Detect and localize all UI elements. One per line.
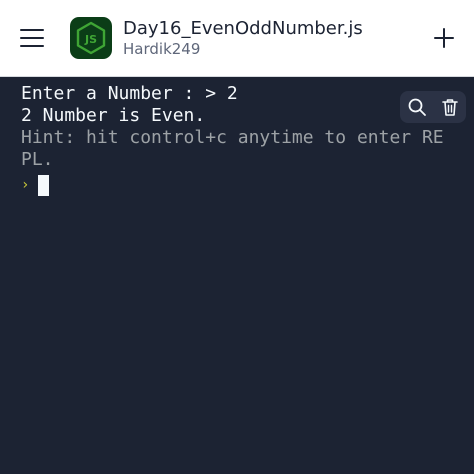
prompt-chevron-icon: › — [21, 177, 30, 193]
console-line: 2 Number is Even. — [21, 105, 206, 126]
svg-text:JS: JS — [84, 33, 97, 46]
file-header: JS Day16_EvenOddNumber.js Hardik249 — [0, 0, 474, 77]
hamburger-menu-icon — [20, 29, 44, 31]
console-prompt[interactable]: › — [21, 173, 452, 197]
plus-icon[interactable] — [428, 22, 460, 54]
menu-button[interactable] — [12, 18, 52, 58]
search-icon — [408, 98, 426, 116]
console-tools — [400, 91, 466, 123]
console-line: Enter a Number : > 2 — [21, 83, 238, 104]
nodejs-icon: JS — [70, 17, 112, 59]
clear-console-button[interactable] — [433, 91, 466, 123]
console-output[interactable]: Enter a Number : > 2 2 Number is Even. H… — [0, 77, 474, 474]
trash-icon — [441, 99, 458, 116]
text-cursor — [38, 174, 50, 196]
file-owner: Hardik249 — [123, 40, 201, 58]
file-title: Day16_EvenOddNumber.js — [123, 18, 363, 39]
console-hint: Hint: hit control+c anytime to enter REP… — [21, 127, 444, 170]
search-button[interactable] — [400, 91, 433, 123]
repl-app: JS Day16_EvenOddNumber.js Hardik249 Ente… — [0, 0, 474, 474]
